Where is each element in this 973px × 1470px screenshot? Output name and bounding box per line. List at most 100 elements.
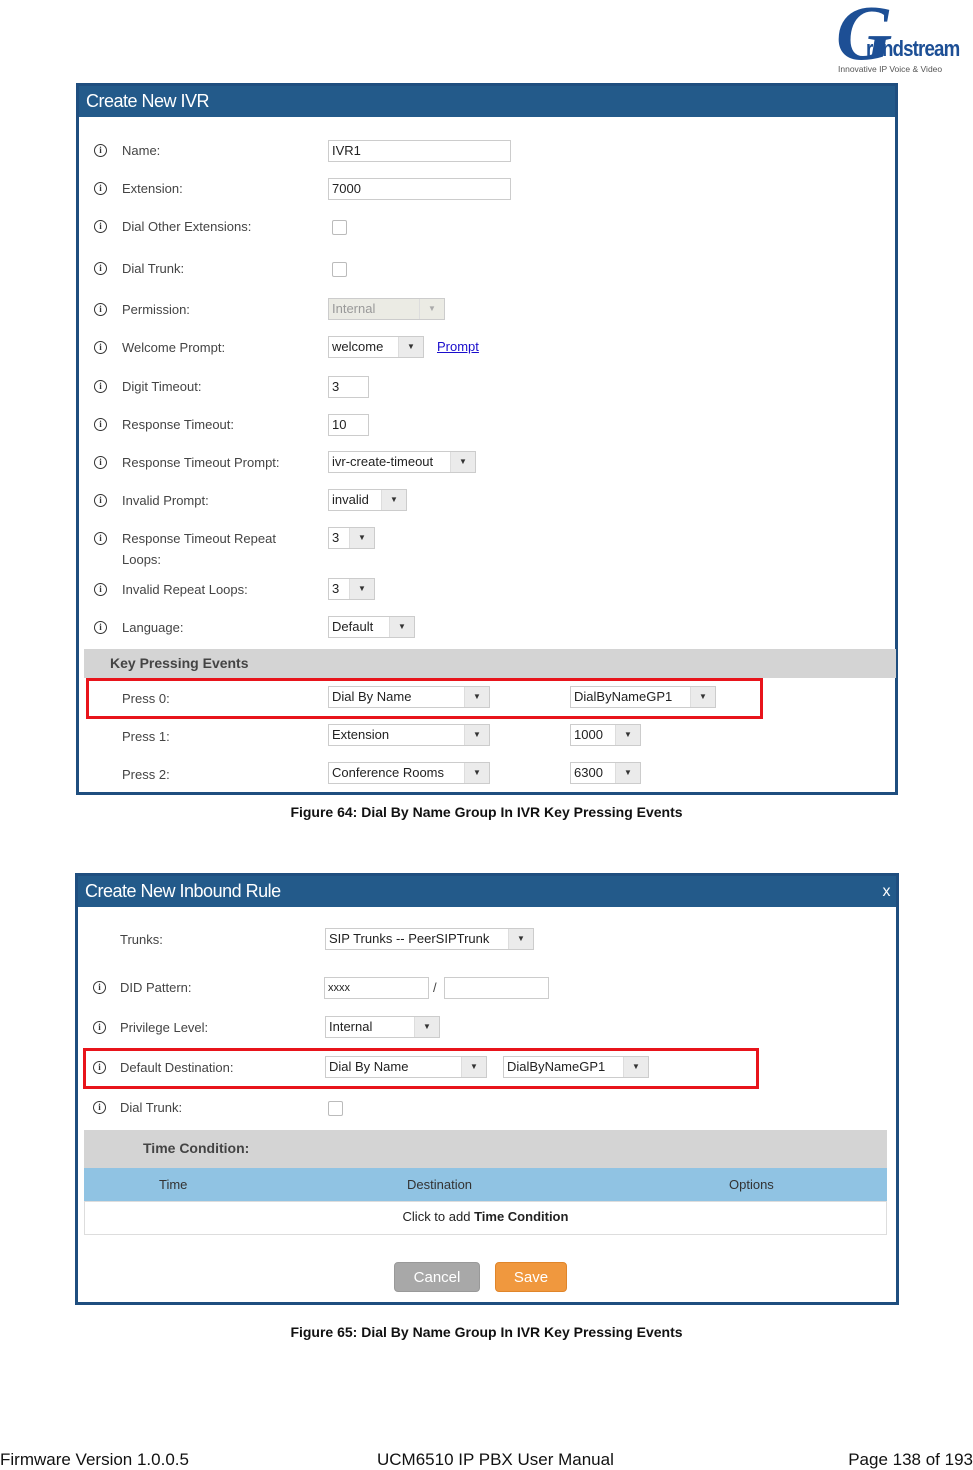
field-label: Invalid Prompt:: [122, 493, 209, 508]
field-label: Default Destination:: [120, 1060, 234, 1075]
figure-65-caption: Figure 65: Dial By Name Group In IVR Key…: [290, 1324, 683, 1340]
field-label: Permission:: [122, 302, 190, 317]
key-event-type-select[interactable]: Extension ▼: [328, 724, 490, 746]
key-event-row: Press 2: Conference Rooms ▼ 6300 ▼: [79, 762, 895, 786]
key-event-target-select[interactable]: DialByNameGP1 ▼: [570, 686, 716, 708]
field-trunks: Trunks: SIP Trunks -- PeerSIPTrunk ▼: [78, 928, 896, 952]
panel-title-text: Create New Inbound Rule: [85, 881, 281, 901]
panel-title: Create New Inbound Rule x: [78, 876, 896, 907]
time-condition-header: Time Condition:: [84, 1130, 887, 1168]
section-title: Key Pressing Events: [110, 655, 249, 671]
key-event-row: Press 0: Dial By Name ▼ DialByNameGP1 ▼: [79, 686, 895, 710]
field-response-timeout-repeat-loops: i Response Timeout Repeat Loops: 3 ▼: [79, 527, 895, 571]
key-label: Press 1:: [122, 729, 170, 744]
select-value: invalid: [332, 492, 369, 507]
did-pattern-input-2[interactable]: [444, 977, 549, 999]
select-value: Extension: [332, 727, 390, 742]
extension-input[interactable]: 7000: [328, 178, 511, 200]
add-time-condition-row[interactable]: Click to add Time Condition: [84, 1201, 887, 1235]
field-label: Name:: [122, 143, 161, 158]
field-dial-trunk: i Dial Trunk:: [79, 257, 895, 281]
field-digit-timeout: i Digit Timeout: 3: [79, 375, 895, 399]
add-time-condition-link[interactable]: Time Condition: [474, 1209, 568, 1224]
chevron-down-icon: ▼: [349, 528, 374, 548]
key-event-row: Press 1: Extension ▼ 1000 ▼: [79, 724, 895, 748]
did-pattern-input[interactable]: xxxx: [324, 977, 429, 999]
select-value: Dial By Name: [332, 689, 412, 704]
digit-timeout-input[interactable]: 3: [328, 376, 369, 398]
field-label: Response Timeout:: [122, 417, 235, 432]
chevron-down-icon: ▼: [690, 687, 715, 707]
name-input[interactable]: IVR1: [328, 140, 511, 162]
select-value: ivr-create-timeout: [332, 454, 434, 469]
grandstream-logo: G randstream Innovative IP Voice & Video: [832, 0, 967, 76]
chevron-down-icon: ▼: [508, 929, 533, 949]
figure-64-caption: Figure 64: Dial By Name Group In IVR Key…: [290, 804, 683, 820]
key-event-type-select[interactable]: Dial By Name ▼: [328, 686, 490, 708]
default-destination-type-select[interactable]: Dial By Name ▼: [325, 1056, 487, 1078]
dial-trunk-checkbox[interactable]: [332, 262, 347, 277]
info-icon: i: [94, 220, 107, 233]
info-icon: i: [94, 182, 107, 195]
select-value: Default: [332, 619, 374, 634]
field-default-destination: i Default Destination: Dial By Name ▼ Di…: [78, 1056, 896, 1080]
invalid-repeat-loops-select[interactable]: 3 ▼: [328, 578, 375, 600]
info-icon: i: [94, 532, 107, 545]
close-icon[interactable]: x: [883, 876, 891, 907]
info-icon: i: [94, 621, 107, 634]
field-label: Dial Trunk:: [120, 1100, 183, 1115]
info-icon: i: [93, 981, 106, 994]
response-timeout-prompt-select[interactable]: ivr-create-timeout ▼: [328, 451, 476, 473]
privilege-level-select[interactable]: Internal ▼: [325, 1016, 440, 1038]
select-value: SIP Trunks -- PeerSIPTrunk: [329, 931, 490, 946]
dial-other-extensions-checkbox[interactable]: [332, 220, 347, 235]
select-value: 1000: [574, 727, 603, 742]
key-event-type-select[interactable]: Conference Rooms ▼: [328, 762, 490, 784]
field-welcome-prompt: i Welcome Prompt: welcome ▼ Prompt: [79, 336, 895, 360]
cancel-button[interactable]: Cancel: [394, 1262, 480, 1292]
key-event-target-select[interactable]: 6300 ▼: [570, 762, 641, 784]
language-select[interactable]: Default ▼: [328, 616, 415, 638]
time-condition-table-header: Time Destination Options: [84, 1168, 887, 1201]
info-icon: i: [94, 456, 107, 469]
info-icon: i: [93, 1021, 106, 1034]
key-event-target-select[interactable]: 1000 ▼: [570, 724, 641, 746]
select-value: DialByNameGP1: [574, 689, 673, 704]
response-timeout-input[interactable]: 10: [328, 414, 369, 436]
section-title: Time Condition:: [143, 1140, 250, 1156]
dial-trunk-checkbox[interactable]: [328, 1101, 343, 1116]
field-label: Dial Other Extensions:: [122, 219, 252, 234]
select-value: DialByNameGP1: [507, 1059, 606, 1074]
field-response-timeout: i Response Timeout: 10: [79, 413, 895, 437]
welcome-prompt-select[interactable]: welcome ▼: [328, 336, 424, 358]
create-ivr-panel: Create New IVR i Name: IVR1 i Extension:…: [76, 83, 898, 795]
field-invalid-prompt: i Invalid Prompt: invalid ▼: [79, 489, 895, 513]
logo-tagline: Innovative IP Voice & Video: [838, 64, 943, 74]
field-language: i Language: Default ▼: [79, 616, 895, 640]
field-extension: i Extension: 7000: [79, 177, 895, 201]
info-icon: i: [93, 1061, 106, 1074]
chevron-down-icon: ▼: [464, 725, 489, 745]
info-icon: i: [94, 583, 107, 596]
info-icon: i: [94, 418, 107, 431]
field-label: Response Timeout Prompt:: [122, 455, 280, 470]
info-icon: i: [94, 380, 107, 393]
permission-select: Internal ▼: [328, 298, 445, 320]
chevron-down-icon: ▼: [464, 763, 489, 783]
field-dial-trunk: i Dial Trunk:: [78, 1096, 896, 1120]
invalid-prompt-select[interactable]: invalid ▼: [328, 489, 407, 511]
key-pressing-events-header: Key Pressing Events: [84, 649, 896, 678]
field-label: Response Timeout Repeat: [122, 531, 276, 546]
prompt-link[interactable]: Prompt: [437, 339, 479, 354]
field-label: Language:: [122, 620, 184, 635]
default-destination-target-select[interactable]: DialByNameGP1 ▼: [503, 1056, 649, 1078]
select-value: Internal: [329, 1019, 373, 1034]
key-label: Press 0:: [122, 691, 170, 706]
footer-firmware-version: Firmware Version 1.0.0.5: [0, 1450, 189, 1469]
save-button[interactable]: Save: [495, 1262, 567, 1292]
response-timeout-repeat-loops-select[interactable]: 3 ▼: [328, 527, 375, 549]
column-header-destination: Destination: [407, 1177, 473, 1192]
trunks-select[interactable]: SIP Trunks -- PeerSIPTrunk ▼: [325, 928, 534, 950]
column-header-options: Options: [729, 1177, 774, 1192]
chevron-down-icon: ▼: [381, 490, 406, 510]
